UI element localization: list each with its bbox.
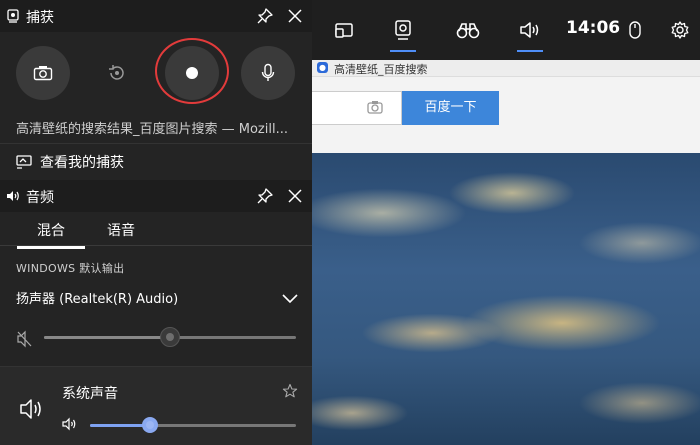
- gear-icon: [671, 21, 689, 39]
- camera-icon: [33, 66, 53, 81]
- wallpaper-image: [312, 153, 700, 445]
- mouse-button[interactable]: [617, 0, 653, 60]
- binoculars-icon: [456, 23, 480, 39]
- capture-icon: [395, 20, 411, 40]
- tab-voice[interactable]: 语音: [107, 220, 135, 240]
- pin-icon[interactable]: [256, 7, 274, 25]
- capture-widget-icon: [6, 9, 20, 23]
- close-icon[interactable]: [286, 7, 304, 25]
- app-speaker-icon[interactable]: [62, 417, 78, 431]
- mouse-icon: [629, 21, 641, 39]
- close-icon[interactable]: [286, 187, 304, 205]
- slider-fill: [90, 424, 150, 427]
- replay-icon: [109, 65, 124, 80]
- see-my-captures-label: 查看我的捕获: [40, 155, 124, 171]
- camera-search-icon[interactable]: [367, 100, 383, 114]
- output-device-select[interactable]: 扬声器 (Realtek(R) Audio): [16, 288, 300, 310]
- microphone-icon: [261, 63, 275, 81]
- browser-tab[interactable]: ● 高清壁纸_百度搜索: [312, 60, 700, 77]
- capture-widget-button[interactable]: [377, 0, 429, 60]
- slider-thumb[interactable]: [141, 417, 158, 433]
- audio-widget-icon: [6, 189, 20, 203]
- looking-for-group-button[interactable]: [442, 0, 494, 60]
- app-volume-slider[interactable]: [90, 415, 296, 435]
- widget-menu-icon: [335, 23, 353, 38]
- browser-window: ● 高清壁纸_百度搜索 百度一下: [312, 60, 700, 153]
- master-volume-slider[interactable]: [44, 327, 296, 347]
- audio-titlebar[interactable]: 音频: [0, 180, 312, 212]
- system-sounds-icon: [18, 397, 46, 421]
- pin-icon[interactable]: [256, 187, 274, 205]
- mute-speaker-icon[interactable]: [16, 330, 34, 348]
- slider-fill: [44, 336, 170, 339]
- slider-thumb[interactable]: [160, 327, 180, 347]
- favorite-star-icon[interactable]: [282, 383, 298, 399]
- capture-title: 捕获: [26, 10, 54, 26]
- audio-title: 音频: [26, 190, 54, 206]
- browser-tab-title: 高清壁纸_百度搜索: [334, 63, 428, 76]
- gallery-icon: [16, 155, 32, 169]
- gamebar: 14:06: [312, 0, 700, 60]
- background-desktop: ● 高清壁纸_百度搜索 百度一下: [312, 0, 700, 445]
- app-volume-row: 系统声音: [0, 367, 312, 445]
- record-dot-icon: [186, 67, 198, 79]
- screenshot-button[interactable]: [16, 46, 70, 100]
- audio-widget-button[interactable]: [504, 0, 556, 60]
- see-my-captures-link[interactable]: 查看我的捕获: [0, 144, 312, 180]
- app-name: 系统声音: [62, 386, 118, 402]
- tab-mix[interactable]: 混合: [17, 220, 85, 249]
- microphone-button[interactable]: [241, 46, 295, 100]
- audio-widget: 音频 混合 语音 WINDOWS 默认输出 扬声器 (Realtek(R) Au…: [0, 180, 312, 445]
- capture-source-text: 高清壁纸的搜索结果_百度图片搜索 — Mozill...: [16, 122, 288, 137]
- chevron-down-icon: [282, 292, 298, 304]
- start-recording-button[interactable]: [165, 46, 219, 100]
- record-last-30s-button[interactable]: [90, 46, 144, 100]
- widget-menu-button[interactable]: [318, 0, 370, 60]
- speaker-icon: [520, 22, 539, 38]
- default-output-label: WINDOWS 默认输出: [16, 262, 125, 275]
- baidu-paw-icon: ●: [317, 62, 328, 73]
- search-input[interactable]: [312, 91, 402, 125]
- capture-titlebar[interactable]: 捕获: [0, 0, 312, 32]
- output-device-value: 扬声器 (Realtek(R) Audio): [16, 292, 179, 307]
- capture-widget: 捕获 高清壁纸的搜索结果_百度图片搜索 — Mozill... 查看我的捕获: [0, 0, 312, 180]
- search-button[interactable]: 百度一下: [402, 91, 499, 125]
- clock: 14:06: [566, 18, 621, 38]
- audio-tabs: 混合 语音: [0, 212, 312, 249]
- settings-button[interactable]: [662, 0, 698, 60]
